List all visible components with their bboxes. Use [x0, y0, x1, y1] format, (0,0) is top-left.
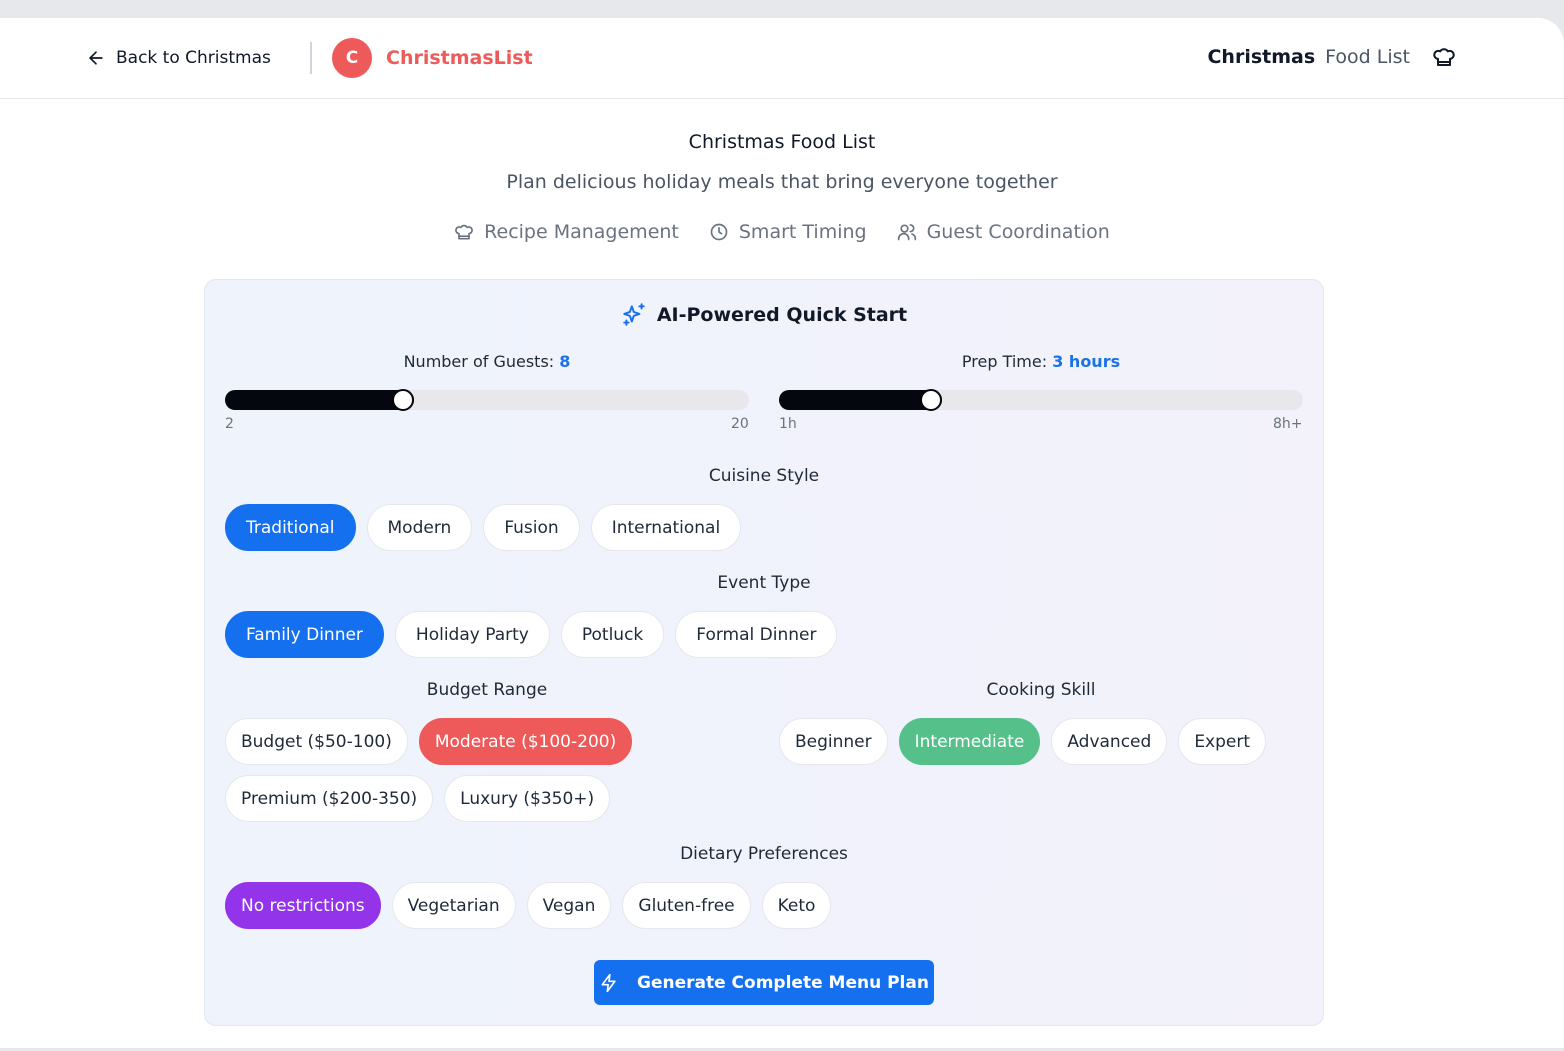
generate-menu-plan-button[interactable]: Generate Complete Menu Plan [594, 960, 934, 1005]
page-indicator-muted: Food List [1325, 46, 1410, 68]
arrow-left-icon [89, 51, 103, 65]
feature-smart-timing: Smart Timing [709, 221, 867, 243]
skill-option-expert[interactable]: Expert [1178, 718, 1267, 765]
skill-options: Beginner Intermediate Advanced Expert [779, 718, 1309, 765]
event-option-family-dinner[interactable]: Family Dinner [225, 611, 384, 658]
chef-hat-icon [455, 224, 474, 240]
dietary-option-no-restrictions[interactable]: No restrictions [225, 882, 381, 929]
lightning-icon [601, 973, 616, 992]
budget-option-luxury[interactable]: Luxury ($350+) [444, 775, 611, 822]
guests-min-label: 2 [225, 416, 234, 432]
guests-value: 8 [559, 352, 571, 371]
guests-slider-fill [225, 390, 414, 410]
prep-time-slider-fill [779, 390, 942, 410]
budget-option-premium[interactable]: Premium ($200-350) [225, 775, 434, 822]
dietary-option-vegan[interactable]: Vegan [526, 882, 612, 929]
cuisine-option-international[interactable]: International [590, 504, 742, 551]
page-indicator: Christmas Food List [1207, 45, 1456, 69]
budget-range-title: Budget Range [426, 680, 548, 700]
feature-recipe-management: Recipe Management [454, 221, 679, 243]
page-title: Christmas Food List [688, 131, 876, 153]
app-window: Back to Christmas C ChristmasList Christ… [0, 18, 1564, 1048]
dietary-options: No restrictions Vegetarian Vegan Gluten-… [225, 882, 1305, 929]
prep-max-label: 8h+ [1273, 416, 1303, 432]
top-bar: Back to Christmas C ChristmasList Christ… [0, 18, 1564, 99]
prep-time-label: Prep Time: 3 hours [779, 352, 1303, 371]
quick-start-title: AI-Powered Quick Start [205, 302, 1323, 328]
feature-list: Recipe Management Smart Timing Guest Coo… [0, 221, 1564, 243]
sparkles-icon [623, 303, 645, 326]
divider [310, 42, 312, 74]
prep-time-value: 3 hours [1052, 352, 1121, 371]
guests-slider-thumb[interactable] [392, 389, 414, 411]
event-option-holiday-party[interactable]: Holiday Party [394, 611, 550, 658]
clock-icon [710, 223, 728, 241]
event-option-formal-dinner[interactable]: Formal Dinner [675, 611, 838, 658]
dietary-option-vegetarian[interactable]: Vegetarian [391, 882, 516, 929]
cuisine-option-traditional[interactable]: Traditional [225, 504, 356, 551]
cooking-skill-title: Cooking Skill [986, 680, 1096, 700]
brand[interactable]: C ChristmasList [332, 38, 533, 78]
quick-start-panel: AI-Powered Quick Start Number of Guests:… [204, 279, 1324, 1026]
guests-slider[interactable] [225, 389, 749, 411]
prep-time-label-text: Prep Time: [961, 352, 1048, 371]
event-type-title: Event Type [717, 573, 811, 593]
event-option-potluck[interactable]: Potluck [560, 611, 665, 658]
cuisine-style-title: Cuisine Style [708, 466, 820, 486]
dietary-option-gluten-free[interactable]: Gluten-free [622, 882, 751, 929]
skill-option-advanced[interactable]: Advanced [1051, 718, 1168, 765]
quick-start-title-text: AI-Powered Quick Start [656, 304, 908, 326]
cuisine-options: Traditional Modern Fusion International [225, 504, 1305, 551]
feature-label: Recipe Management [484, 221, 679, 243]
brand-name: ChristmasList [386, 47, 533, 69]
budget-option-moderate[interactable]: Moderate ($100-200) [418, 718, 633, 765]
generate-label: Generate Complete Menu Plan [637, 972, 929, 993]
dietary-preferences-title: Dietary Preferences [680, 844, 848, 864]
prep-time-slider[interactable] [779, 389, 1303, 411]
skill-option-beginner[interactable]: Beginner [779, 718, 888, 765]
prep-time-slider-thumb[interactable] [920, 389, 942, 411]
feature-label: Guest Coordination [926, 221, 1110, 243]
event-options: Family Dinner Holiday Party Potluck Form… [225, 611, 1305, 658]
guests-label-text: Number of Guests: [403, 352, 555, 371]
page-subtitle: Plan delicious holiday meals that bring … [506, 171, 1058, 193]
chef-hat-icon [1433, 48, 1455, 66]
prep-min-label: 1h [779, 416, 797, 432]
guests-max-label: 20 [731, 416, 749, 432]
feature-guest-coordination: Guest Coordination [897, 221, 1110, 243]
skill-option-intermediate[interactable]: Intermediate [898, 718, 1041, 765]
users-icon [897, 224, 916, 241]
guests-label: Number of Guests: 8 [225, 352, 749, 371]
page-indicator-strong: Christmas [1207, 46, 1316, 68]
dietary-option-keto[interactable]: Keto [761, 882, 832, 929]
budget-options: Budget ($50-100) Moderate ($100-200) Pre… [225, 718, 755, 822]
brand-logo: C [332, 38, 372, 78]
back-to-christmas-link[interactable]: Back to Christmas [86, 43, 271, 73]
feature-label: Smart Timing [738, 221, 867, 243]
cuisine-option-fusion[interactable]: Fusion [483, 504, 580, 551]
budget-option-budget[interactable]: Budget ($50-100) [225, 718, 408, 765]
back-label: Back to Christmas [116, 48, 271, 68]
cuisine-option-modern[interactable]: Modern [366, 504, 473, 551]
